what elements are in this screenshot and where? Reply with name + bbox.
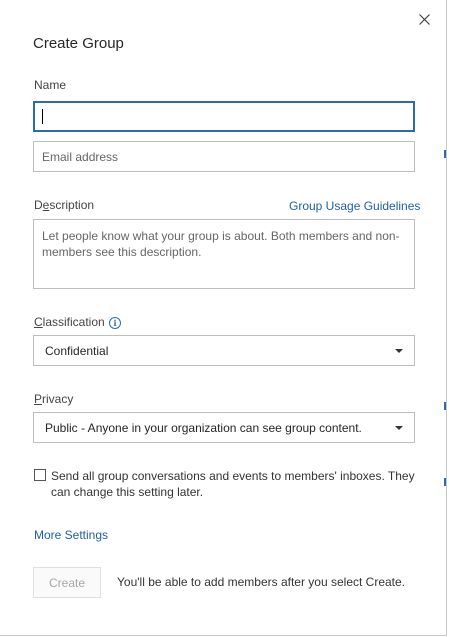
name-label: Name <box>34 78 67 92</box>
description-textarea[interactable] <box>33 219 415 289</box>
classification-dropdown[interactable]: Confidential <box>33 335 415 366</box>
classification-selected-value: Confidential <box>45 343 109 358</box>
create-note: You'll be able to add members after you … <box>117 575 406 589</box>
background-edge-mark <box>444 150 446 158</box>
group-name-input[interactable] <box>33 101 415 132</box>
group-usage-guidelines-link[interactable]: Group Usage Guidelines <box>289 199 420 213</box>
background-edge-mark <box>444 402 446 410</box>
dialog-title: Create Group <box>33 35 124 52</box>
more-settings-link[interactable]: More Settings <box>34 528 108 542</box>
subscribe-members-checkbox[interactable] <box>34 469 46 481</box>
create-group-dialog: Create Group Name Description Group Usag… <box>0 0 447 636</box>
email-address-input[interactable] <box>33 141 415 172</box>
privacy-selected-value: Public - Anyone in your organization can… <box>45 420 362 435</box>
description-label: Description <box>34 198 95 212</box>
background-edge-mark <box>444 478 446 486</box>
privacy-label: Privacy <box>34 392 74 406</box>
privacy-dropdown[interactable]: Public - Anyone in your organization can… <box>33 412 415 443</box>
chevron-down-icon <box>395 425 403 430</box>
close-icon <box>418 13 430 25</box>
text-caret <box>42 109 43 124</box>
create-button[interactable]: Create <box>33 567 101 598</box>
close-button[interactable] <box>413 8 435 30</box>
chevron-down-icon <box>395 348 403 353</box>
subscribe-members-text: Send all group conversations and events … <box>51 469 415 499</box>
classification-label: Classification <box>34 315 105 329</box>
info-icon[interactable]: i <box>109 317 121 329</box>
